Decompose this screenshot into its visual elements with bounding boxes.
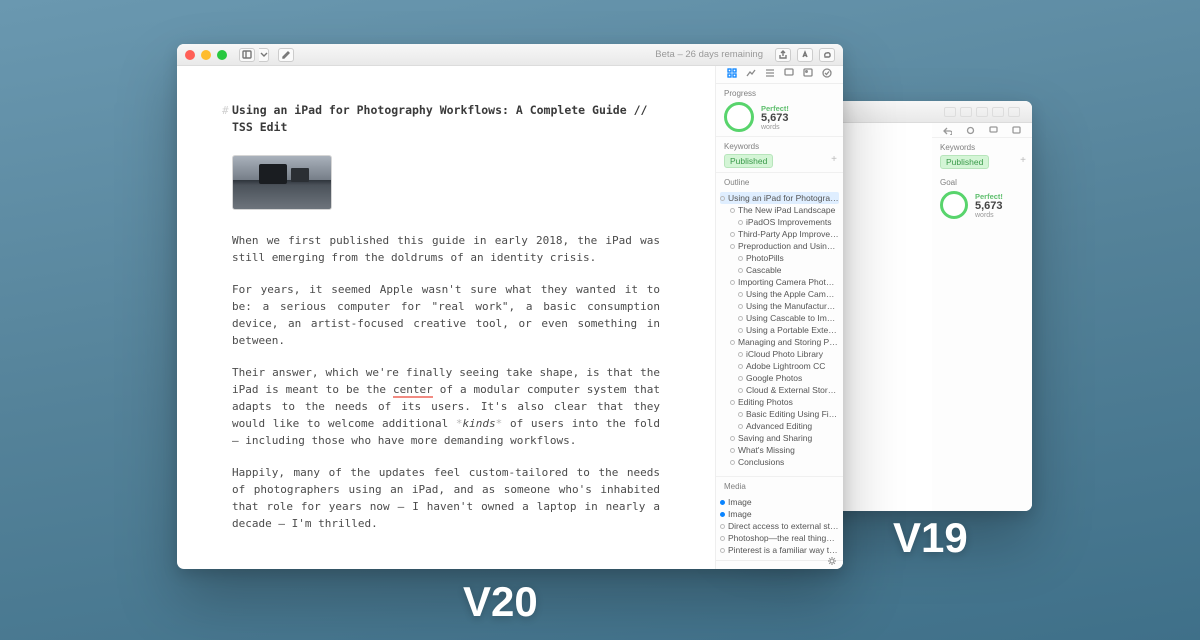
- undo-icon[interactable]: [943, 126, 952, 135]
- outline-item[interactable]: Third-Party App Improvements: [720, 228, 839, 240]
- paragraph: Their answer, which we're finally seeing…: [232, 364, 660, 449]
- outline-item[interactable]: Using the Apple Camera Adapt…: [720, 288, 839, 300]
- sidebar-v20: Progress Perfect! 5,673 words Keywords P…: [715, 66, 843, 569]
- version-label-v19: V19: [893, 514, 968, 562]
- word-count: 5,673: [975, 201, 1003, 212]
- outline-item[interactable]: Basic Editing Using Filter Apps: [720, 408, 839, 420]
- sidebar-toolbar-row: [932, 123, 1032, 138]
- outline-item[interactable]: Using the Manufacturer-Specifi…: [720, 300, 839, 312]
- toolbar-button[interactable]: [1008, 107, 1020, 117]
- outline-item[interactable]: Importing Camera Photos on an i…: [720, 276, 839, 288]
- share-button[interactable]: [775, 48, 791, 62]
- chevron-down-icon[interactable]: [259, 48, 269, 62]
- outline-item[interactable]: Adobe Lightroom CC: [720, 360, 839, 372]
- progress-label: Progress: [724, 89, 835, 98]
- outline-list: Using an iPad for Photography Wor…The Ne…: [716, 192, 843, 476]
- image-icon[interactable]: [1012, 126, 1021, 135]
- media-item[interactable]: Image: [720, 508, 839, 520]
- outline-item[interactable]: iCloud Photo Library: [720, 348, 839, 360]
- outline-item[interactable]: Using Cascable to Import Wirel…: [720, 312, 839, 324]
- tab-comment[interactable]: [784, 68, 794, 81]
- titlebar-v20: Beta – 26 days remaining: [177, 44, 843, 66]
- spell-marked-word: center: [393, 383, 433, 398]
- add-keyword-button[interactable]: +: [831, 154, 837, 165]
- progress-ring: [940, 191, 968, 219]
- keywords-label: Keywords: [724, 142, 835, 151]
- outline-item[interactable]: Using a Portable External Drive: [720, 324, 839, 336]
- goal-label: Goal: [940, 178, 1024, 187]
- sidebar-tabs: [716, 66, 843, 84]
- sidebar-v19: Keywords Published + Goal Perfect! 5,673…: [932, 123, 1032, 511]
- progress-ring: [724, 102, 754, 132]
- toolbar-button[interactable]: [976, 107, 988, 117]
- outline-item[interactable]: Saving and Sharing: [720, 432, 839, 444]
- tab-dashboard[interactable]: [727, 68, 737, 81]
- outline-item[interactable]: Using an iPad for Photography Wor…: [720, 192, 839, 204]
- zoom-button[interactable]: [217, 50, 227, 60]
- media-item[interactable]: Image: [720, 496, 839, 508]
- minimize-button[interactable]: [201, 50, 211, 60]
- sidebar-toggle-button[interactable]: [239, 48, 255, 62]
- attachment-icon[interactable]: [966, 126, 975, 135]
- toolbar-button[interactable]: [944, 107, 956, 117]
- outline-item[interactable]: iPadOS Improvements: [720, 216, 839, 228]
- tab-stats[interactable]: [746, 68, 756, 81]
- media-list: ImageImageDirect access to external stor…: [716, 496, 843, 560]
- outline-item[interactable]: Cloud & External Storage: [720, 384, 839, 396]
- outline-item[interactable]: PhotoPills: [720, 252, 839, 264]
- version-label-v20: V20: [463, 578, 538, 626]
- outline-item[interactable]: Managing and Storing Photos: [720, 336, 839, 348]
- outline-item[interactable]: Cascable: [720, 264, 839, 276]
- word-count-unit: words: [975, 212, 1003, 219]
- editor-pane[interactable]: # Using an iPad for Photography Workflow…: [177, 66, 715, 569]
- window-v20: Beta – 26 days remaining # Using an iPad…: [177, 44, 843, 569]
- outline-item[interactable]: Editing Photos: [720, 396, 839, 408]
- toolbar-button[interactable]: [992, 107, 1004, 117]
- typography-button[interactable]: [797, 48, 813, 62]
- outline-item[interactable]: What's Missing: [720, 444, 839, 456]
- outline-item[interactable]: Advanced Editing: [720, 420, 839, 432]
- gear-icon[interactable]: [827, 556, 837, 566]
- word-count-unit: words: [761, 124, 789, 131]
- beta-label: Beta – 26 days remaining: [655, 49, 763, 60]
- compose-button[interactable]: [278, 48, 294, 62]
- word-count: 5,673: [761, 113, 789, 124]
- article-image-thumbnail[interactable]: [232, 155, 332, 210]
- tab-check[interactable]: [822, 68, 832, 81]
- media-item[interactable]: Direct access to external storage is…: [720, 520, 839, 532]
- paragraph: Happily, many of the updates feel custom…: [232, 464, 660, 532]
- cloud-icon[interactable]: [819, 48, 835, 62]
- keywords-label: Keywords: [940, 143, 1024, 152]
- paragraph: When we first published this guide in ea…: [232, 232, 660, 266]
- heading-marker: #: [222, 102, 229, 119]
- keyword-tag[interactable]: Published: [724, 154, 773, 168]
- outline-item[interactable]: The New iPad Landscape: [720, 204, 839, 216]
- outline-item[interactable]: Google Photos: [720, 372, 839, 384]
- paragraph: For years, it seemed Apple wasn't sure w…: [232, 281, 660, 349]
- document-title: Using an iPad for Photography Workflows:…: [232, 102, 660, 137]
- media-label: Media: [724, 482, 835, 491]
- outline-label: Outline: [724, 178, 835, 187]
- media-item[interactable]: Photoshop—the real thing—storme…: [720, 532, 839, 544]
- outline-item[interactable]: Conclusions: [720, 456, 839, 468]
- tab-image[interactable]: [803, 68, 813, 81]
- traffic-lights: [185, 50, 227, 60]
- outline-item[interactable]: Preproduction and Using an iPad…: [720, 240, 839, 252]
- keyword-tag[interactable]: Published: [940, 155, 989, 169]
- close-button[interactable]: [185, 50, 195, 60]
- toolbar-button[interactable]: [960, 107, 972, 117]
- tab-list[interactable]: [765, 68, 775, 81]
- add-keyword-button[interactable]: +: [1020, 155, 1026, 166]
- comment-icon[interactable]: [989, 126, 998, 135]
- media-item[interactable]: Pinterest is a familiar way to create…: [720, 544, 839, 556]
